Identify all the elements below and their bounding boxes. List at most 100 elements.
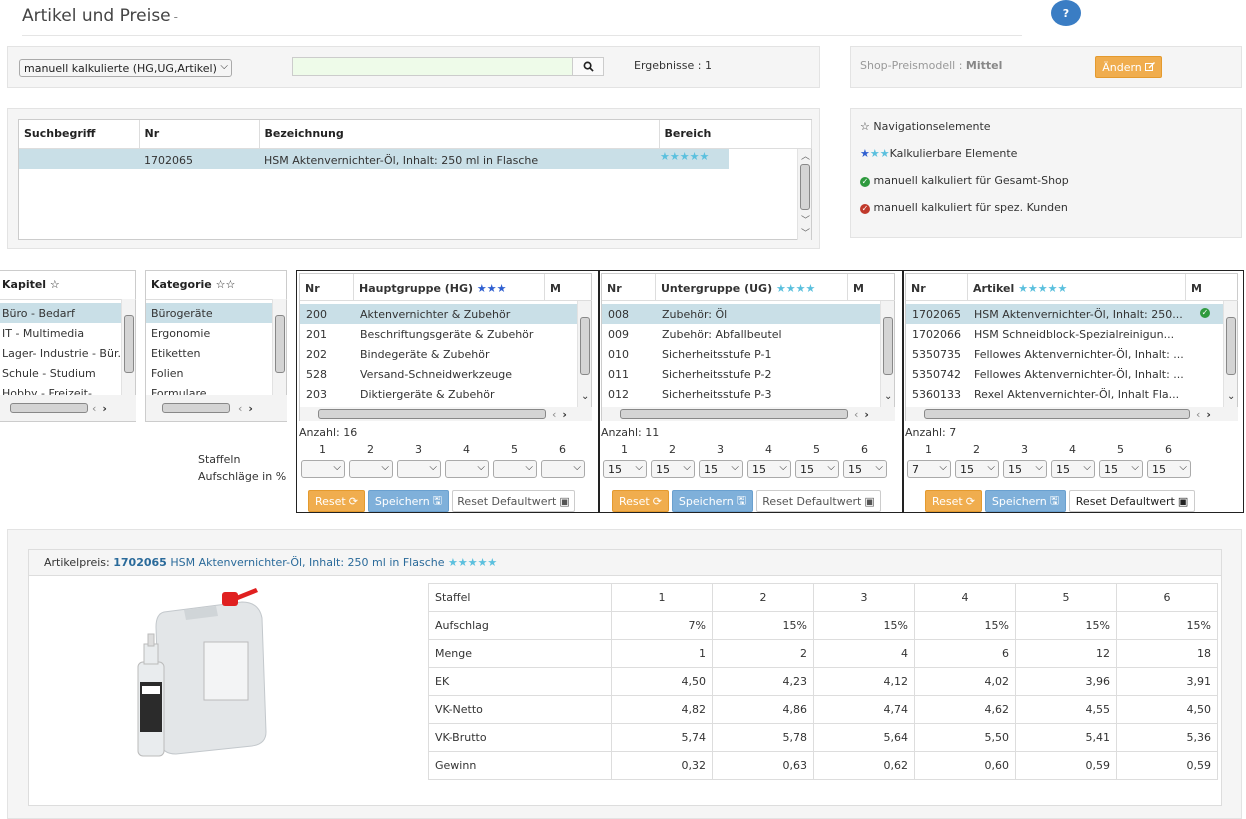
col-nr[interactable]: Nr [906, 274, 968, 301]
table-row[interactable]: 1702065 HSM Aktenvernichter-Öl, Inhalt: 2… [906, 304, 1223, 324]
save-button[interactable]: Speichern 🖫 [985, 490, 1066, 512]
table-row[interactable]: 009 Zubehör: Abfallbeutel [602, 324, 880, 344]
aufschlag-select[interactable]: ⌵ [301, 460, 345, 478]
aufschlag-select-input[interactable]: 15 [795, 460, 839, 478]
reset-button[interactable]: Reset ⟳ [308, 490, 365, 512]
aufschlag-select[interactable]: ⌵ [349, 460, 393, 478]
aufschlag-select[interactable]: 15 ⌵ [603, 460, 647, 478]
aufschlag-select[interactable]: ⌵ [445, 460, 489, 478]
scrollbar[interactable]: ⌄ [880, 301, 894, 409]
h-scrollbar[interactable]: ‹ › [146, 395, 287, 421]
table-row[interactable]: 201 Beschriftungsgeräte & Zubehör [300, 324, 577, 344]
aufschlag-select[interactable]: 15 ⌵ [843, 460, 887, 478]
col-nr[interactable]: Nr [139, 120, 260, 149]
aufschlag-select[interactable]: 15 ⌵ [1051, 460, 1095, 478]
aufschlag-select[interactable]: 7 ⌵ [907, 460, 951, 478]
table-row[interactable]: 011 Sicherheitsstufe P-2 [602, 364, 880, 384]
price-article-nr[interactable]: 1702065 [113, 556, 167, 569]
aufschlag-select-input[interactable]: 15 [603, 460, 647, 478]
save-button[interactable]: Speichern 🖫 [672, 490, 753, 512]
reset-default-button[interactable]: Reset Defaultwert ▣ [1069, 490, 1195, 512]
help-icon[interactable]: ? [1051, 0, 1081, 26]
aufschlag-select[interactable]: 15 ⌵ [747, 460, 791, 478]
reset-button[interactable]: Reset ⟳ [925, 490, 982, 512]
list-item[interactable]: Lager- Industrie - Bür. [0, 343, 121, 363]
table-row[interactable]: 5360133 Rexel Aktenvernichter-Öl, Inhalt … [906, 384, 1223, 404]
list-item[interactable]: Ergonomie [146, 323, 272, 343]
h-scrollbar[interactable]: ‹ › [906, 407, 1238, 421]
reset-default-button[interactable]: Reset Defaultwert ▣ [756, 490, 881, 512]
aufschlag-select-input[interactable]: 15 [1003, 460, 1047, 478]
list-item[interactable]: Bürogeräte [146, 303, 272, 323]
aufschlag-select-input[interactable]: 15 [747, 460, 791, 478]
aufschlag-select-input[interactable] [349, 460, 393, 478]
search-input[interactable] [292, 57, 573, 76]
h-scrollbar[interactable]: ‹ › [300, 407, 592, 421]
reset-button[interactable]: Reset ⟳ [612, 490, 669, 512]
aufschlag-select-input[interactable] [301, 460, 345, 478]
save-button[interactable]: Speichern 🖫 [368, 490, 449, 512]
h-scrollbar[interactable]: ‹ › [602, 407, 895, 421]
scrollbar[interactable] [121, 299, 135, 395]
search-button[interactable] [572, 57, 604, 76]
col-m[interactable]: M [848, 274, 895, 301]
scroll-thumb[interactable] [800, 164, 810, 210]
price-article-name[interactable]: HSM Aktenvernichter-Öl, Inhalt: 250 ml i… [170, 556, 444, 569]
aufschlag-select-input[interactable] [445, 460, 489, 478]
mode-select[interactable]: manuell kalkulierte (HG,UG,Artikel) [19, 59, 232, 77]
aufschlag-select-input[interactable]: 15 [1147, 460, 1191, 478]
scrollbar[interactable]: ⌄ [577, 301, 591, 409]
change-button[interactable]: Ändern [1095, 56, 1162, 78]
col-artikel[interactable]: Artikel ★★★★★ [968, 274, 1186, 301]
col-bezeichnung[interactable]: Bezeichnung [259, 120, 660, 149]
aufschlag-select[interactable]: 15 ⌵ [1099, 460, 1143, 478]
aufschlag-select-input[interactable] [397, 460, 441, 478]
chevron-down-icon[interactable]: ⌄ [1227, 391, 1235, 402]
table-row[interactable]: 1702065 HSM Aktenvernichter-Öl, Inhalt: … [19, 149, 729, 169]
col-nr[interactable]: Nr [300, 274, 354, 301]
aufschlag-select-input[interactable]: 15 [1099, 460, 1143, 478]
list-item[interactable]: IT - Multimedia [0, 323, 121, 343]
scrollbar[interactable] [272, 299, 286, 395]
col-hauptgruppe[interactable]: Hauptgruppe (HG) ★★★ [354, 274, 545, 301]
list-item[interactable]: Etiketten [146, 343, 272, 363]
aufschlag-select[interactable]: ⌵ [397, 460, 441, 478]
table-row[interactable]: 200 Aktenvernichter & Zubehör [300, 304, 577, 324]
aufschlag-select[interactable]: 15 ⌵ [1147, 460, 1191, 478]
col-m[interactable]: M [545, 274, 592, 301]
chevron-down-icon[interactable]: ⌄ [884, 391, 892, 402]
aufschlag-select[interactable]: ⌵ [493, 460, 537, 478]
aufschlag-select-input[interactable]: 15 [843, 460, 887, 478]
aufschlag-select-input[interactable]: 15 [651, 460, 695, 478]
aufschlag-select-input[interactable]: 7 [907, 460, 951, 478]
col-untergruppe[interactable]: Untergruppe (UG) ★★★★ [656, 274, 848, 301]
aufschlag-select[interactable]: 15 ⌵ [699, 460, 743, 478]
aufschlag-select-input[interactable]: 15 [699, 460, 743, 478]
col-suchbegriff[interactable]: Suchbegriff [19, 120, 140, 149]
aufschlag-select-input[interactable]: 15 [955, 460, 999, 478]
list-item[interactable]: Büro - Bedarf [0, 303, 121, 323]
list-item[interactable]: Folien [146, 363, 272, 383]
aufschlag-select[interactable]: ⌵ [541, 460, 585, 478]
h-scrollbar[interactable]: ‹ › [0, 395, 136, 421]
col-m[interactable]: M [1186, 274, 1238, 301]
scroll-down-icon[interactable]: ﹀ [801, 213, 810, 226]
table-row[interactable]: 5350742 Fellowes Aktenvernichter-Öl, Inha… [906, 364, 1223, 384]
aufschlag-select[interactable]: 15 ⌵ [955, 460, 999, 478]
results-scrollbar[interactable]: ︿ ﹀ ﹀ [797, 149, 811, 240]
aufschlag-select[interactable]: 15 ⌵ [651, 460, 695, 478]
aufschlag-select[interactable]: 15 ⌵ [795, 460, 839, 478]
aufschlag-select[interactable]: 15 ⌵ [1003, 460, 1047, 478]
table-row[interactable]: 528 Versand-Schneidwerkzeuge [300, 364, 577, 384]
col-nr[interactable]: Nr [602, 274, 656, 301]
col-bereich[interactable]: Bereich [659, 120, 812, 149]
list-item[interactable]: Schule - Studium [0, 363, 121, 383]
scroll-up-icon[interactable]: ︿ [801, 149, 810, 162]
aufschlag-select-input[interactable]: 15 [1051, 460, 1095, 478]
table-row[interactable]: 010 Sicherheitsstufe P-1 [602, 344, 880, 364]
aufschlag-select-input[interactable] [493, 460, 537, 478]
chevron-down-icon[interactable]: ⌄ [581, 391, 589, 402]
mode-select-wrap[interactable]: manuell kalkulierte (HG,UG,Artikel) ⌵ [19, 59, 232, 77]
scrollbar[interactable]: ⌄ [1223, 301, 1237, 409]
table-row[interactable]: 012 Sicherheitsstufe P-3 [602, 384, 880, 404]
